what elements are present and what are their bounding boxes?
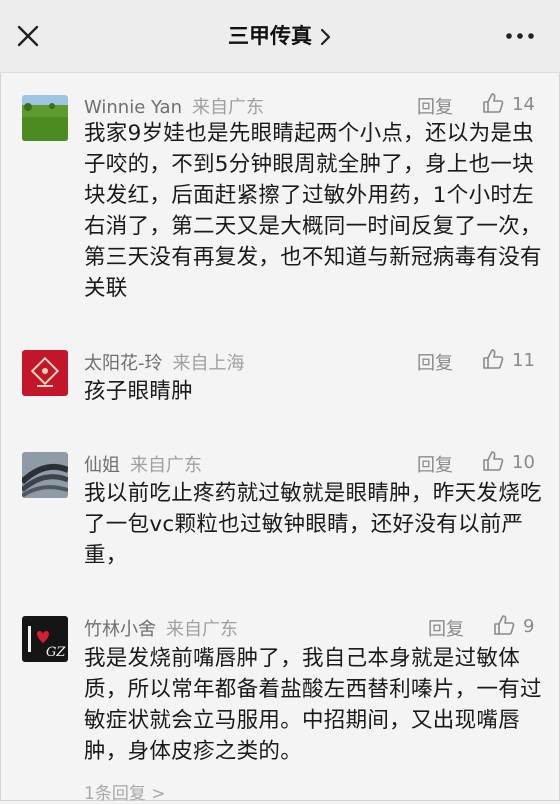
location: 来自上海 (172, 353, 245, 374)
thumbs-up-icon (483, 93, 504, 113)
like-count: 14 (512, 94, 535, 115)
avatar[interactable] (22, 95, 68, 141)
reply-button[interactable]: 回复 (428, 615, 464, 641)
comment-header: 太阳花-玲 来自上海 (84, 349, 245, 375)
like-count: 11 (512, 350, 535, 371)
comment-text: 我是发烧前嘴唇肿了，我自己本身就是过敏体质，所以常年都备着盐酸左西替利嗪片，一有… (84, 646, 542, 764)
overpass-avatar (22, 452, 68, 498)
avatar[interactable] (22, 350, 68, 396)
username[interactable]: 竹林小舍 (84, 619, 156, 640)
chevron-right-icon (320, 28, 331, 46)
like-button[interactable]: 11 (482, 348, 535, 371)
avatar[interactable] (22, 452, 68, 498)
thumbs-up-icon (494, 615, 515, 635)
view-replies-link[interactable]: 1条回复 > (84, 779, 165, 804)
like-count: 10 (512, 452, 535, 473)
grass-field-avatar (22, 95, 68, 141)
reply-button[interactable]: 回复 (417, 93, 453, 119)
reply-button[interactable]: 回复 (417, 451, 453, 477)
comment-header: Winnie Yan 来自广东 (84, 93, 264, 119)
location: 来自广东 (191, 97, 264, 118)
close-icon[interactable] (14, 22, 42, 50)
heart-logo-avatar: GZ (22, 616, 68, 662)
location: 来自广东 (130, 455, 202, 476)
comment-text: 我家9岁娃也是先眼睛起两个小点，还以为是虫子咬的，不到5分钟眼周就全肿了，身上也… (84, 121, 542, 301)
location: 来自广东 (166, 619, 238, 640)
red-pattern-avatar (22, 350, 68, 396)
avatar-text: GZ (46, 645, 66, 660)
like-count: 9 (523, 616, 535, 637)
username[interactable]: 太阳花-玲 (84, 353, 163, 374)
comment-header: 仙姐 来自广东 (84, 451, 202, 477)
like-button[interactable]: 10 (482, 450, 535, 473)
like-button[interactable]: 9 (493, 614, 534, 637)
thumbs-up-icon (483, 451, 504, 471)
comment-text: 孩子眼睛肿 (84, 379, 194, 404)
like-button[interactable]: 14 (482, 92, 535, 115)
comment-text: 我以前吃止疼药就过敏就是眼睛肿，昨天发烧吃了一包vc颗粒也过敏钟眼睛，还好没有以… (84, 481, 542, 568)
comment-header: 竹林小舍 来自广东 (84, 615, 238, 641)
page-title-text[interactable]: 三甲传真 (228, 24, 312, 48)
username[interactable]: 仙姐 (84, 455, 120, 476)
avatar[interactable]: GZ (22, 616, 68, 662)
top-bar: 三甲传真 (0, 0, 560, 73)
thumbs-up-icon (483, 349, 504, 369)
more-icon[interactable] (504, 28, 536, 44)
username[interactable]: Winnie Yan (84, 97, 182, 118)
reply-button[interactable]: 回复 (417, 349, 453, 375)
page-title: 三甲传真 (0, 0, 560, 72)
